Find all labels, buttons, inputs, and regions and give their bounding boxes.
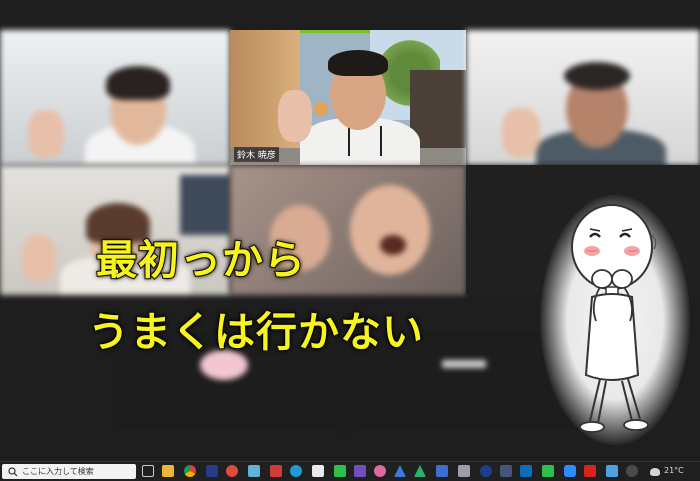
app-icon[interactable]: [458, 465, 470, 477]
store-icon[interactable]: [312, 465, 324, 477]
zoom-icon[interactable]: [564, 465, 576, 477]
app-icon[interactable]: [414, 465, 426, 477]
video-conference-window: 鈴木 暁彦 最初っから うまくは行かない: [0, 0, 700, 462]
mail-icon[interactable]: [606, 465, 618, 477]
caption-line-2: うまくは行かない: [87, 307, 424, 357]
app-icon[interactable]: [354, 465, 366, 477]
line-icon[interactable]: [542, 465, 554, 477]
app-icon[interactable]: [374, 465, 386, 477]
app-icon[interactable]: [480, 465, 492, 477]
file-explorer-icon[interactable]: [162, 465, 174, 477]
video-tile-participant-3[interactable]: [466, 30, 700, 165]
edge-icon[interactable]: [290, 465, 302, 477]
app-icon[interactable]: [500, 465, 512, 477]
windows-taskbar: ここに入力して検索 21°C: [0, 461, 700, 481]
video-tile-active-speaker[interactable]: 鈴木 暁彦: [230, 30, 466, 165]
app-icon[interactable]: [394, 465, 406, 477]
app-icon[interactable]: [270, 465, 282, 477]
taskbar-search-box[interactable]: ここに入力して検索: [2, 464, 136, 479]
search-icon: [8, 467, 18, 477]
app-icon[interactable]: [226, 465, 238, 477]
video-tile-participant-1[interactable]: [0, 30, 230, 165]
chrome-icon[interactable]: [184, 465, 196, 477]
task-view-icon[interactable]: [142, 465, 154, 477]
jw-cad-icon[interactable]: [206, 465, 218, 477]
app-icon[interactable]: [436, 465, 448, 477]
settings-icon[interactable]: [626, 465, 638, 477]
app-window-icon[interactable]: [248, 465, 260, 477]
line-icon[interactable]: [334, 465, 346, 477]
outlook-icon[interactable]: [520, 465, 532, 477]
weather-temperature[interactable]: 21°C: [664, 466, 684, 475]
acrobat-icon[interactable]: [584, 465, 596, 477]
search-placeholder: ここに入力して検索: [22, 467, 94, 476]
weather-icon[interactable]: [650, 468, 660, 476]
cartoon-character-illustration: [540, 195, 700, 450]
participant-name-label: 鈴木 暁彦: [234, 147, 279, 162]
caption-line-1: 最初っから: [95, 235, 306, 285]
